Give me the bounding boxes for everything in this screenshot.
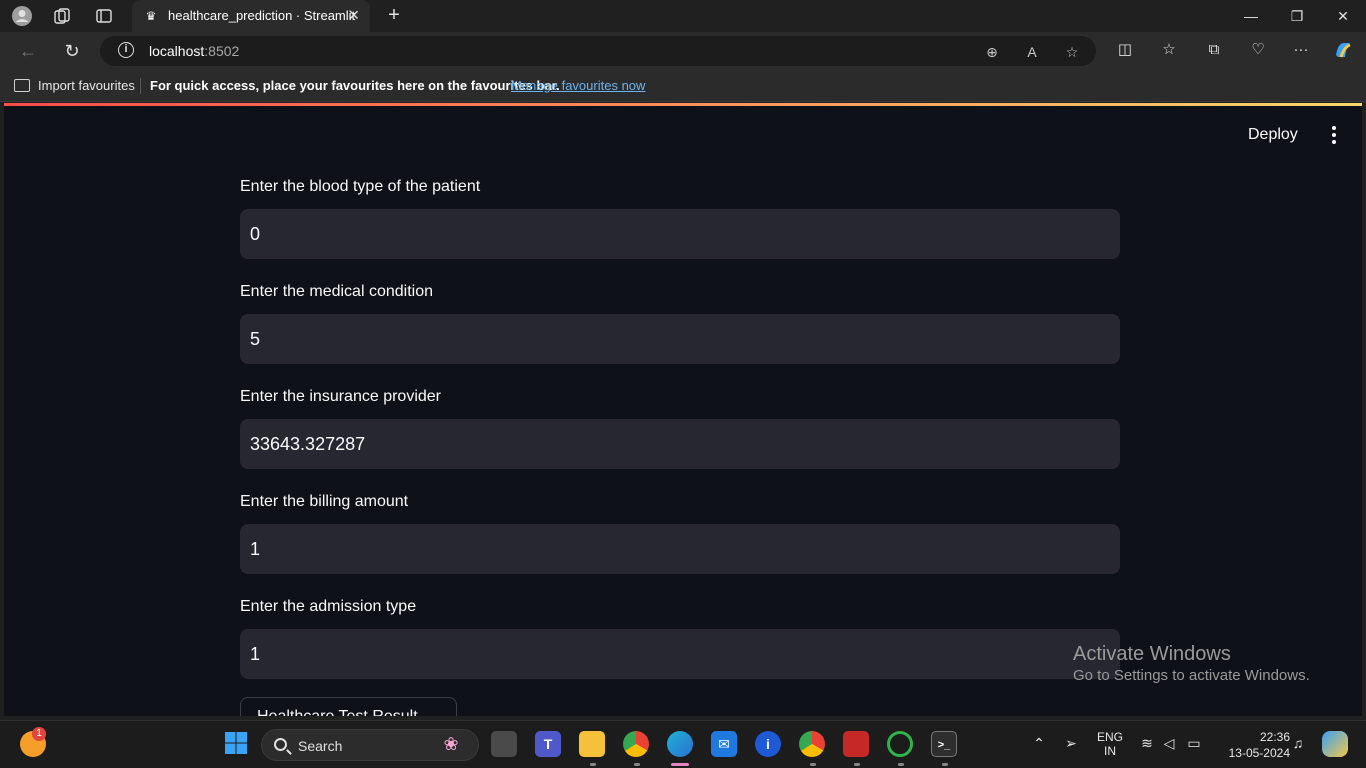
favourites-bar: Import favourites For quick access, plac… — [0, 70, 1366, 102]
tab-close-icon[interactable]: ✕ — [348, 7, 360, 24]
billing-amount-input[interactable] — [240, 524, 1120, 574]
mail-icon[interactable]: ✉ — [711, 731, 737, 757]
app-red-icon[interactable] — [843, 731, 869, 757]
language-indicator[interactable]: ENG IN — [1092, 730, 1128, 758]
billing-amount-field: Enter the billing amount — [240, 492, 1120, 574]
browser-tab-active[interactable]: ♛ healthcare_prediction · Streamlit ✕ — [132, 0, 370, 32]
watermark-title: Activate Windows — [1073, 643, 1231, 665]
running-indicator — [810, 763, 816, 766]
streamlit-app: Deploy Enter the blood type of the patie… — [4, 103, 1362, 716]
field-label: Enter the insurance provider — [240, 388, 441, 405]
address-bar[interactable]: i localhost:8502 ⊕ A ☆ — [100, 36, 1096, 66]
browser-tab-bar: ♛ healthcare_prediction · Streamlit ✕ + … — [0, 0, 1366, 32]
url-text[interactable]: localhost:8502 — [149, 43, 239, 59]
streamlit-decoration-bar — [4, 103, 1362, 106]
field-label: Enter the billing amount — [240, 493, 409, 510]
insurance-provider-input[interactable] — [240, 419, 1120, 469]
windows-taskbar: 1 Search ❀ T ✉ i >_ ⌃ ➢ ENG IN ≋ ◁ ▭ 22:… — [0, 720, 1366, 768]
import-favourites-link[interactable]: Import favourites — [38, 78, 135, 93]
location-arrow-icon[interactable]: ➢ — [1062, 735, 1080, 752]
zoom-icon[interactable]: ⊕ — [983, 43, 1001, 61]
medical-condition-input[interactable] — [240, 314, 1120, 364]
running-indicator — [898, 763, 904, 766]
favourites-divider — [140, 78, 141, 94]
favourite-star-icon[interactable]: ☆ — [1063, 43, 1081, 61]
refresh-icon[interactable]: ↻ — [60, 39, 84, 63]
chrome-icon[interactable] — [623, 731, 649, 757]
active-app-indicator — [671, 763, 689, 766]
blood-type-input[interactable] — [240, 209, 1120, 259]
admission-type-input[interactable] — [240, 629, 1120, 679]
app-green-ring-icon[interactable] — [887, 731, 913, 757]
blood-type-field: Enter the blood type of the patient — [240, 177, 1120, 259]
medical-condition-field: Enter the medical condition — [240, 282, 1120, 364]
clock-time: 22:36 — [1259, 730, 1290, 744]
restore-button[interactable]: ❐ — [1282, 4, 1312, 28]
file-explorer-icon[interactable] — [579, 731, 605, 757]
task-view-icon[interactable] — [491, 731, 517, 757]
manage-favourites-link[interactable]: Manage favourites now — [511, 78, 645, 93]
chrome-profile-icon[interactable] — [799, 731, 825, 757]
search-icon — [274, 738, 287, 751]
read-aloud-icon[interactable]: A — [1023, 43, 1041, 61]
main-menu-icon[interactable] — [1324, 123, 1344, 147]
chevron-up-icon[interactable]: ⌃ — [1030, 735, 1048, 752]
more-options-icon[interactable]: ··· — [1290, 39, 1312, 61]
battery-icon[interactable]: ▭ — [1184, 735, 1204, 752]
healthcare-test-result-button[interactable]: Healthcare Test Result — [240, 697, 457, 716]
copilot-icon[interactable] — [1332, 39, 1354, 61]
back-arrow-icon[interactable]: ← — [16, 39, 40, 63]
running-indicator — [634, 763, 640, 766]
workspaces-icon[interactable] — [50, 4, 74, 28]
info-app-icon[interactable]: i — [755, 731, 781, 757]
running-indicator — [942, 763, 948, 766]
field-label: Enter the blood type of the patient — [240, 178, 481, 195]
language-line2: IN — [1104, 744, 1116, 758]
running-indicator — [590, 763, 596, 766]
running-indicator — [854, 763, 860, 766]
site-info-icon[interactable]: i — [118, 42, 134, 58]
insurance-provider-field: Enter the insurance provider — [240, 387, 1120, 469]
import-favourites-icon[interactable] — [14, 79, 30, 92]
watermark-subtitle: Go to Settings to activate Windows. — [1073, 667, 1310, 684]
close-window-button[interactable]: ✕ — [1328, 4, 1358, 28]
collections-icon[interactable]: ⧉ — [1203, 39, 1225, 61]
favourites-icon[interactable]: ☆ — [1158, 39, 1180, 61]
notification-badge: 1 — [32, 727, 46, 741]
edge-icon[interactable] — [667, 731, 693, 757]
profile-icon[interactable] — [10, 4, 34, 28]
field-label: Enter the medical condition — [240, 283, 433, 300]
volume-icon[interactable]: ◁ — [1160, 735, 1178, 752]
clock[interactable]: 22:36 13-05-2024 — [1214, 729, 1290, 761]
tab-title: healthcare_prediction · Streamlit — [168, 8, 356, 23]
bell-icon[interactable]: ♫ — [1290, 735, 1306, 751]
copilot-taskbar-icon[interactable] — [1322, 731, 1348, 757]
browser-essentials-icon[interactable]: ♡ — [1247, 39, 1269, 61]
field-label: Enter the admission type — [240, 598, 417, 615]
split-screen-icon[interactable]: ◫ — [1114, 39, 1136, 61]
deploy-button[interactable]: Deploy — [1240, 121, 1306, 149]
url-host: localhost — [149, 43, 205, 59]
tab-actions-icon[interactable] — [92, 4, 116, 28]
search-label: Search — [298, 738, 343, 754]
terminal-icon[interactable]: >_ — [931, 731, 957, 757]
lotus-icon: ❀ — [443, 734, 459, 754]
new-tab-button[interactable]: + — [382, 4, 406, 28]
admission-type-field: Enter the admission type — [240, 597, 1120, 679]
url-port: :8502 — [204, 43, 240, 59]
language-line1: ENG — [1096, 730, 1123, 744]
minimize-button[interactable]: — — [1236, 4, 1266, 28]
taskbar-search-box[interactable]: Search ❀ — [261, 729, 479, 761]
streamlit-favicon-icon: ♛ — [145, 9, 157, 23]
clock-date: 13-05-2024 — [1228, 746, 1290, 760]
activate-windows-watermark: Activate Windows Go to Settings to activ… — [1073, 642, 1310, 686]
favourites-hint: For quick access, place your favourites … — [150, 78, 560, 93]
teams-icon[interactable]: T — [535, 731, 561, 757]
start-button-icon[interactable] — [223, 731, 249, 757]
browser-toolbar: ← ↻ i localhost:8502 ⊕ A ☆ ◫ ☆ ⧉ ♡ ··· — [0, 32, 1366, 70]
wifi-icon[interactable]: ≋ — [1138, 735, 1156, 752]
